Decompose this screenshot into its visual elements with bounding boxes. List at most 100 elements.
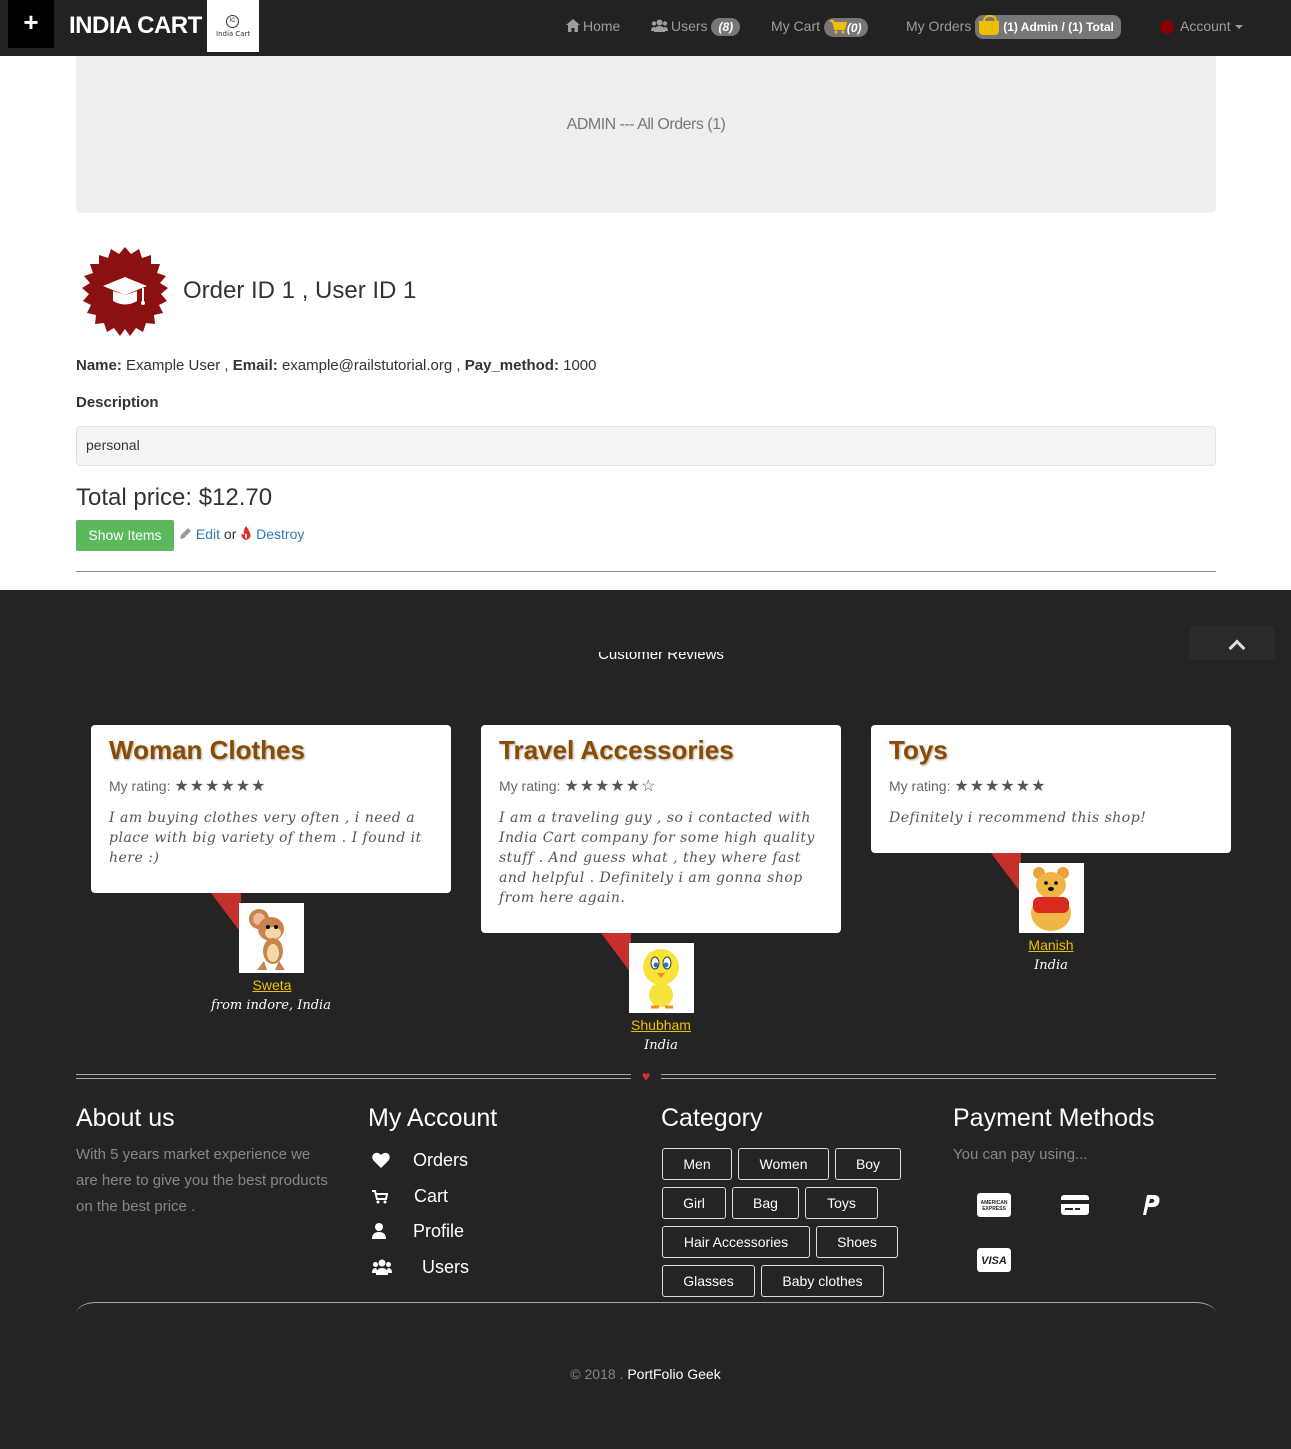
rating-label: My rating: [499, 778, 561, 794]
category-tag-toys[interactable]: Toys [805, 1187, 878, 1219]
review-title: Woman Clothes [109, 735, 305, 765]
speech-tail [601, 933, 631, 973]
customer-reviews-heading: Customer Reviews [598, 652, 724, 663]
footer-link-label: Users [422, 1257, 470, 1277]
footer-bottom-divider [76, 1302, 1216, 1328]
copyright-brand-link[interactable]: PortFolio Geek [627, 1366, 720, 1382]
nav-my-cart[interactable]: My Cart (0) [771, 0, 868, 56]
or-text: or [223, 526, 237, 542]
pencil-icon [180, 528, 191, 539]
star-rating: ★★★★★★ [954, 778, 1047, 795]
review-text: I am buying clothes very often , i need … [109, 810, 422, 866]
avatar-pooh [1019, 863, 1084, 933]
cart-icon [372, 1190, 389, 1204]
review-card: Travel Accessories My rating: ★★★★★☆ I a… [481, 725, 841, 933]
amex-card-icon: AMERICANEXPRESS [977, 1193, 1011, 1217]
footer-link-orders[interactable]: Orders [372, 1150, 468, 1171]
menu-toggle-button[interactable]: + [8, 0, 54, 48]
review-card: Toys My rating: ★★★★★★ Definitely i reco… [871, 725, 1231, 853]
cart-count-badge: (0) [823, 17, 868, 37]
reviewer-location: India [644, 1038, 678, 1053]
edit-link[interactable]: Edit [196, 526, 220, 542]
star-rating: ★★★★★☆ [564, 778, 657, 795]
cart-icon [829, 19, 848, 34]
star-rating: ★★★★★★ [174, 778, 267, 795]
payment-methods-text: You can pay using... [953, 1146, 1088, 1163]
orders-badge: (1) Admin / (1) Total [975, 15, 1121, 40]
avatar-jerry [239, 903, 304, 973]
heart-icon [372, 1152, 390, 1168]
category-tag-shoes[interactable]: Shoes [816, 1226, 898, 1258]
email-value: example@railstutorial.org , [281, 357, 461, 374]
nav-account-dropdown[interactable]: Account [1160, 0, 1243, 56]
category-tag-bag[interactable]: Bag [732, 1187, 799, 1219]
nav-account-label: Account [1180, 18, 1231, 34]
order-title: Order ID 1 , User ID 1 [183, 277, 417, 304]
reviewer-name-link[interactable]: Manish [951, 937, 1151, 953]
category-tag-baby-clothes[interactable]: Baby clothes [761, 1265, 884, 1297]
category-tag-glasses[interactable]: Glasses [662, 1265, 755, 1297]
paypal-icon [1143, 1195, 1160, 1215]
cart-count: (0) [846, 20, 862, 35]
name-label: Name: [76, 357, 122, 374]
nav-my-orders[interactable]: My Orders (1) Admin / (1) Total [906, 0, 1121, 56]
home-icon [566, 19, 580, 32]
user-icon [372, 1223, 386, 1239]
category-tag-women[interactable]: Women [738, 1148, 829, 1180]
review-title: Travel Accessories [499, 735, 734, 765]
reviewer-name-link[interactable]: Sweta [172, 977, 372, 993]
caret-down-icon [1234, 25, 1243, 30]
review-text: I am a traveling guy , so i contacted wi… [499, 810, 815, 906]
category-tag-hair-accessories[interactable]: Hair Accessories [662, 1226, 810, 1258]
page-header: ADMIN --- All Orders (1) [76, 56, 1216, 213]
review-rating: My rating: ★★★★★★ [109, 776, 433, 796]
show-items-button[interactable]: Show Items [76, 520, 174, 551]
logo-emblem: IC [226, 15, 239, 28]
footer-link-profile[interactable]: Profile [372, 1221, 464, 1242]
order-info: Name: Example User , Email: example@rail… [76, 357, 597, 374]
review-text: Definitely i recommend this shop! [889, 810, 1147, 826]
about-text: With 5 years market experience we are he… [76, 1146, 328, 1215]
review-title: Toys [889, 735, 948, 765]
rating-label: My rating: [889, 778, 951, 794]
pay-method-label: Pay_method: [464, 357, 559, 374]
basket-icon [979, 15, 1000, 36]
order-actions: Edit or Destroy [179, 526, 304, 542]
email-label: Email: [232, 357, 278, 374]
fire-icon [241, 526, 251, 540]
copyright: © 2018 . PortFolio Geek [0, 1366, 1291, 1382]
review-rating: My rating: ★★★★★★ [889, 776, 1213, 796]
navbar: + INDIA CART IC India Cart Home Users (8… [0, 0, 1291, 56]
nav-my-cart-label: My Cart [771, 18, 820, 34]
account-avatar-icon [1160, 20, 1174, 35]
destroy-link[interactable]: Destroy [256, 526, 304, 542]
copyright-text: © 2018 . [570, 1366, 624, 1382]
reviewer-location: India [1034, 958, 1068, 973]
nav-home[interactable]: Home [566, 0, 620, 56]
logo[interactable]: IC India Cart [207, 0, 259, 52]
avatar-tweety [629, 943, 694, 1013]
reviewer-name-link[interactable]: Shubham [561, 1017, 761, 1033]
nav-users-label: Users [671, 18, 708, 34]
category-tag-girl[interactable]: Girl [662, 1187, 726, 1219]
category-tag-boy[interactable]: Boy [835, 1148, 901, 1180]
footer-link-users[interactable]: Users [372, 1257, 469, 1278]
my-account-title: My Account [368, 1104, 498, 1132]
nav-home-label: Home [583, 18, 621, 34]
category-tag-men[interactable]: Men [662, 1148, 732, 1180]
review-rating: My rating: ★★★★★☆ [499, 776, 823, 796]
users-count-badge: (8) [711, 18, 741, 37]
review-card: Woman Clothes My rating: ★★★★★★ I am buy… [91, 725, 451, 893]
svg-text:EXPRESS: EXPRESS [982, 1206, 1006, 1212]
graduation-seal-icon [82, 247, 168, 336]
nav-users[interactable]: Users (8) [651, 0, 741, 56]
footer-link-cart[interactable]: Cart [372, 1186, 448, 1207]
nav-my-orders-label: My Orders [906, 18, 972, 34]
page-header-title: ADMIN --- All Orders (1) [566, 116, 726, 133]
footer-link-label: Profile [413, 1221, 465, 1241]
description-label: Description [76, 394, 159, 411]
logo-text: India Cart [216, 30, 251, 38]
brand-link[interactable]: INDIA CART [69, 12, 202, 40]
name-value: Example User , [126, 357, 229, 374]
heart-icon: ♥ [631, 1064, 661, 1088]
